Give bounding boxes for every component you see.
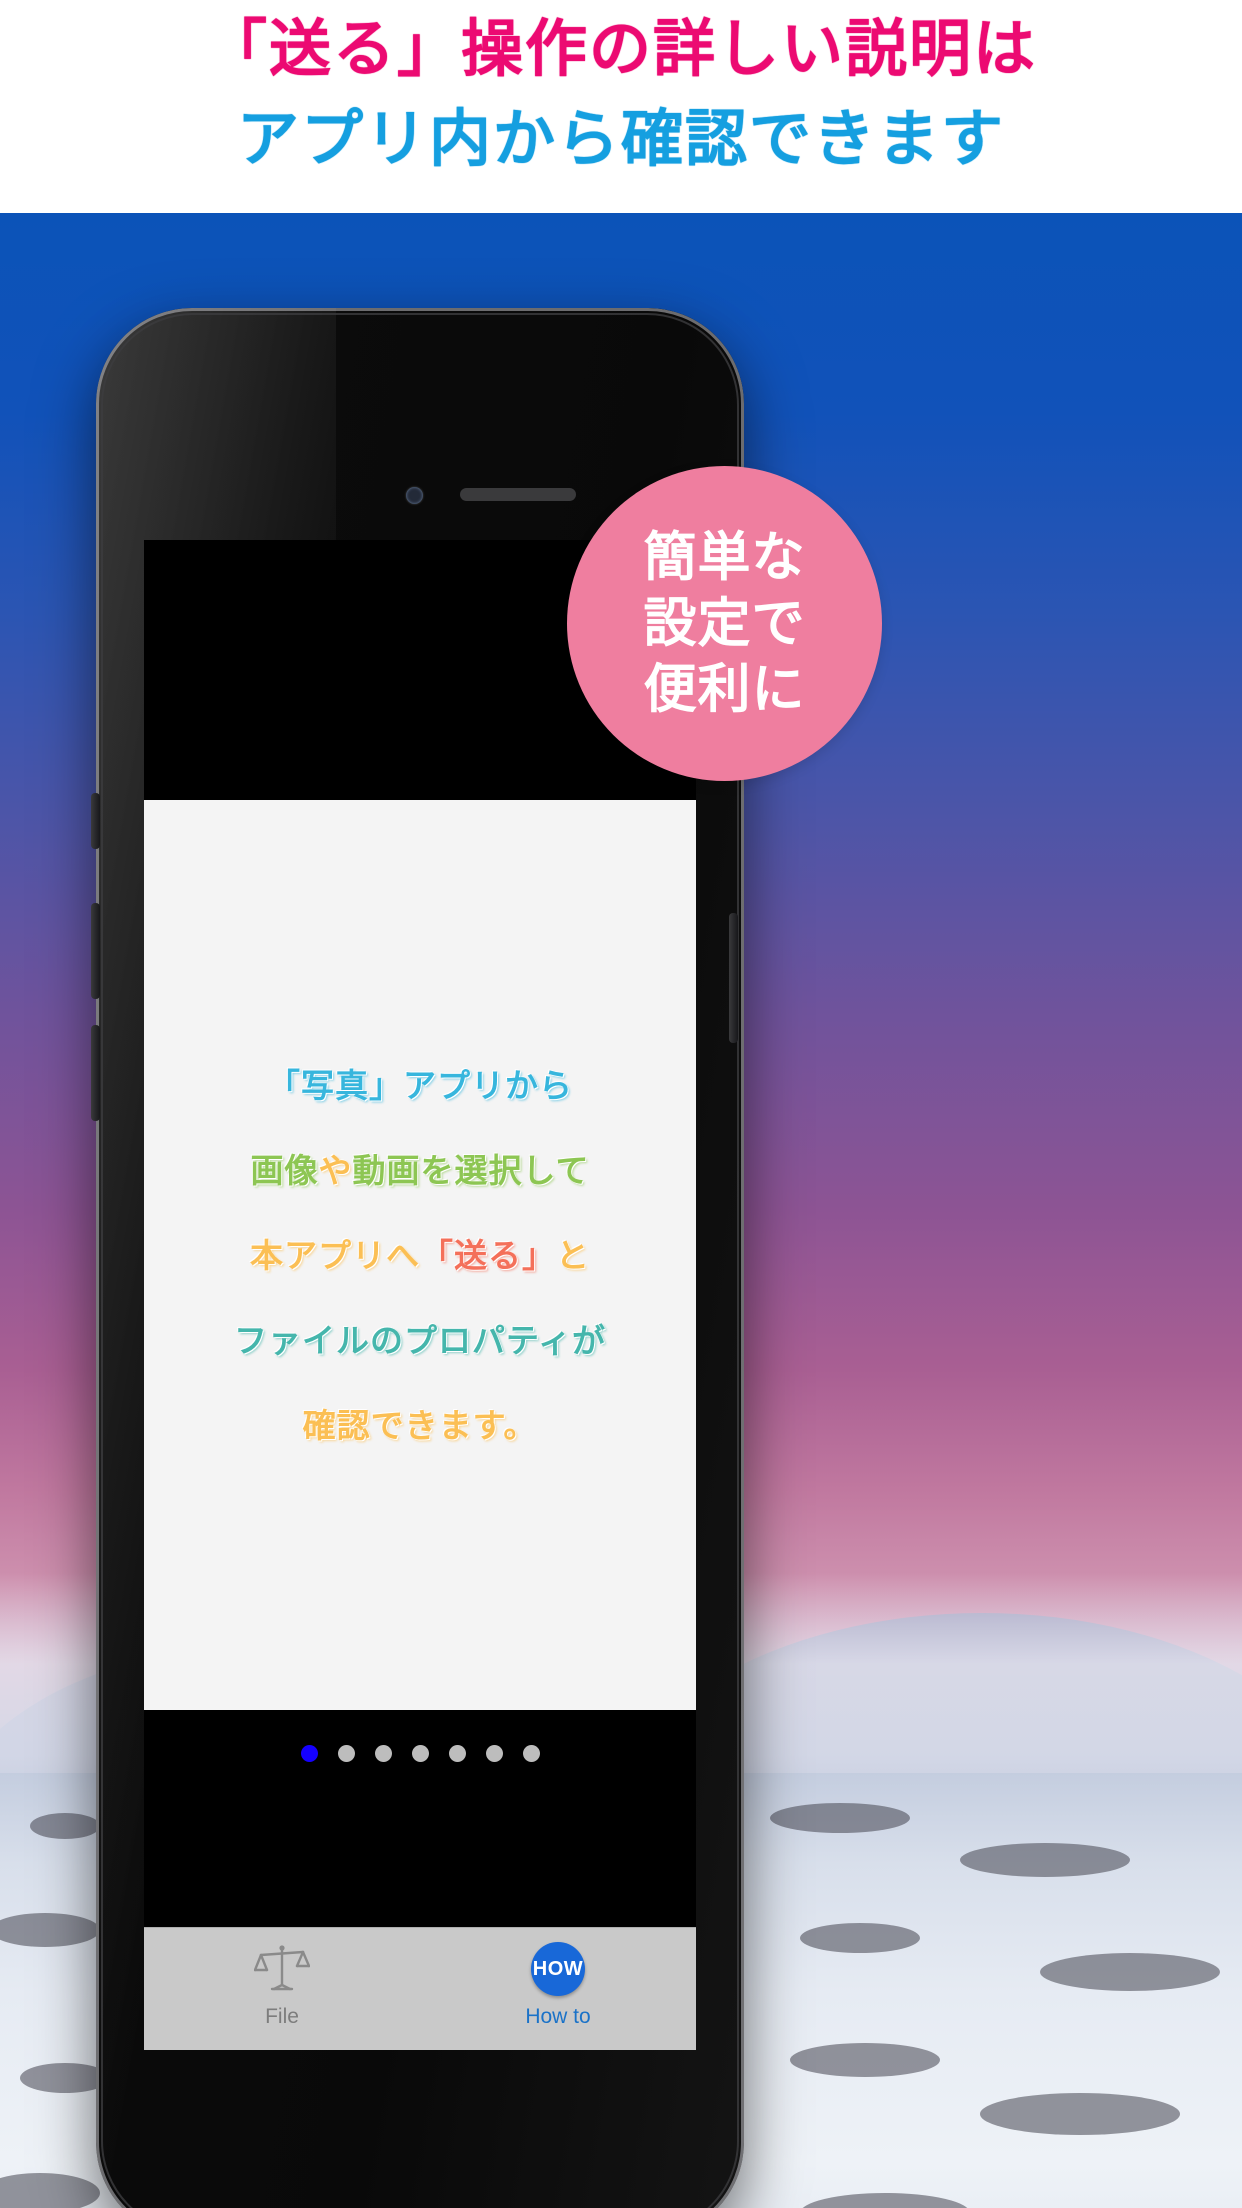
intro-card: 「写真」アプリから 画像や動画を選択して 本アプリへ「送る」と ファイルのプロパ…	[144, 800, 696, 1710]
card-line-4: ファイルのプロパティが	[234, 1320, 606, 1361]
tab-howto[interactable]: HOW How to	[420, 1928, 696, 2050]
card-text: を選択して	[420, 1151, 590, 1189]
page-dot-5[interactable]	[448, 1745, 466, 1762]
page-indicator[interactable]	[144, 1745, 696, 1762]
page-dot-7[interactable]	[522, 1745, 540, 1762]
shrub	[980, 2093, 1180, 2135]
card-line-2: 画像や動画を選択して	[250, 1150, 589, 1191]
how-badge-icon: HOW	[531, 1940, 585, 1998]
card-text: や	[318, 1151, 353, 1189]
mute-switch[interactable]	[91, 793, 100, 849]
tab-howto-label: How to	[525, 2005, 591, 2028]
page-dot-4[interactable]	[411, 1745, 429, 1762]
shrub	[770, 1803, 910, 1833]
card-text: 動画	[352, 1151, 421, 1189]
shrub	[1040, 1953, 1220, 1991]
badge-line-3: 便利に	[643, 659, 806, 719]
feature-badge: 簡単な 設定で 便利に	[567, 466, 882, 781]
card-text: ファイルのプロパティが	[233, 1321, 607, 1359]
page-dot-3[interactable]	[374, 1745, 392, 1762]
page-dot-1[interactable]	[300, 1745, 318, 1762]
front-camera-icon	[406, 487, 423, 504]
header-title-line2: アプリ内から確認できます	[236, 105, 1005, 174]
shrub	[30, 1813, 100, 1839]
card-text: 本アプリへ	[250, 1236, 420, 1274]
earpiece-speaker	[460, 488, 576, 501]
badge-line-1: 簡単な	[643, 527, 806, 587]
page-dot-2[interactable]	[337, 1745, 355, 1762]
badge-line-2: 設定で	[643, 593, 806, 653]
shrub	[960, 1843, 1130, 1877]
volume-down-button[interactable]	[91, 1025, 100, 1121]
volume-up-button[interactable]	[91, 903, 100, 999]
background-photo: 「写真」アプリから 画像や動画を選択して 本アプリへ「送る」と ファイルのプロパ…	[0, 213, 1242, 2208]
bottom-tab-bar: File HOW How to	[144, 1927, 696, 2050]
power-button[interactable]	[729, 913, 738, 1043]
header-banner: 「送る」操作の詳しい説明は アプリ内から確認できます	[0, 0, 1242, 213]
card-text: 「写真」アプリから	[267, 1066, 573, 1104]
shrub	[790, 2043, 940, 2077]
card-text: 確認できます。	[302, 1406, 538, 1444]
tab-file[interactable]: File	[144, 1928, 420, 2050]
scales-icon	[254, 1940, 310, 1998]
shrub	[800, 1923, 920, 1953]
card-line-1: 「写真」アプリから	[267, 1065, 573, 1106]
how-badge-text: HOW	[531, 1942, 585, 1996]
card-text: 「送る」	[420, 1236, 556, 1274]
phone-screen: 「写真」アプリから 画像や動画を選択して 本アプリへ「送る」と ファイルのプロパ…	[144, 540, 696, 2050]
card-text: 画像	[250, 1151, 319, 1189]
card-line-5: 確認できます。	[303, 1405, 538, 1446]
header-title-line1: 「送る」操作の詳しい説明は	[204, 15, 1037, 84]
page-dot-6[interactable]	[485, 1745, 503, 1762]
card-text: と	[556, 1236, 590, 1274]
card-line-3: 本アプリへ「送る」と	[250, 1235, 590, 1276]
tab-file-label: File	[265, 2005, 299, 2028]
